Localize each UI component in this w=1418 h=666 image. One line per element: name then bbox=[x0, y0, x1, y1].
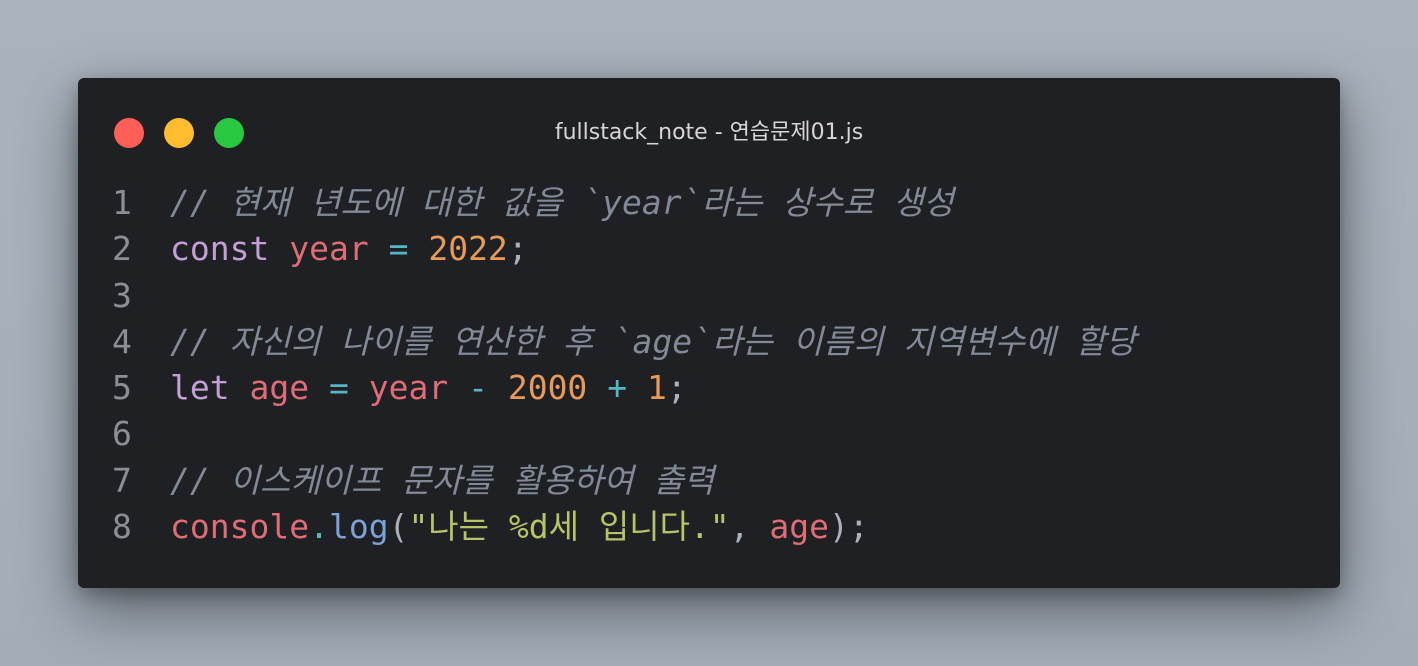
code-line[interactable]: 5 let age = year - 2000 + 1; bbox=[78, 365, 1340, 411]
code-line[interactable]: 6 bbox=[78, 411, 1340, 457]
code-token-comment: // 이스케이프 문자를 활용하여 출력 bbox=[170, 460, 715, 500]
code-editor[interactable]: 1 // 현재 년도에 대한 값을 `year`라는 상수로 생성 2 const y… bbox=[78, 180, 1340, 550]
code-token-var: age bbox=[769, 507, 830, 547]
code-token-comment: // 현재 년도에 대한 값을 `year`라는 상수로 생성 bbox=[170, 183, 954, 222]
line-number: 8 bbox=[112, 507, 132, 547]
code-token-var: year bbox=[289, 229, 369, 269]
code-line[interactable]: 1 // 현재 년도에 대한 값을 `year`라는 상수로 생성 bbox=[78, 180, 1340, 226]
code-token-punc: ; bbox=[507, 229, 528, 269]
window-title: fullstack_note - 연습문제01.js bbox=[554, 120, 864, 145]
code-text: let age = year - 2000 + 1; bbox=[170, 365, 687, 411]
code-token-num: 2022 bbox=[428, 229, 508, 269]
code-token-var: age bbox=[249, 368, 310, 408]
code-token-comment: // 자신의 나이를 연산한 후 `age`라는 이름의 지역변수에 할당 bbox=[170, 321, 1136, 361]
code-text: console.log("나는 %d세 입니다.", age); bbox=[170, 504, 869, 550]
code-text: // 현재 년도에 대한 값을 `year`라는 상수로 생성 bbox=[170, 180, 954, 226]
code-token-num: 1 bbox=[646, 368, 667, 408]
code-token-op: - bbox=[468, 368, 488, 408]
code-token-punc bbox=[448, 368, 468, 407]
code-token-punc bbox=[309, 368, 329, 407]
code-token-punc bbox=[587, 368, 607, 407]
code-line[interactable]: 4 // 자신의 나이를 연산한 후 `age`라는 이름의 지역변수에 할당 bbox=[78, 319, 1340, 365]
code-token-op: + bbox=[607, 368, 628, 408]
code-token-punc bbox=[269, 229, 289, 268]
code-line[interactable]: 7 // 이스케이프 문자를 활용하여 출력 bbox=[78, 458, 1340, 504]
code-window: fullstack_note - 연습문제01.js 1 // 현재 년도에 대한… bbox=[78, 78, 1340, 588]
code-token-punc bbox=[488, 368, 508, 407]
code-text: // 이스케이프 문자를 활용하여 출력 bbox=[170, 458, 714, 504]
code-token-str: "나는 %d세 입니다." bbox=[408, 507, 730, 547]
code-token-kw: const bbox=[170, 229, 270, 269]
line-number: 5 bbox=[112, 368, 132, 408]
line-number: 4 bbox=[112, 321, 132, 361]
code-token-op: = bbox=[388, 229, 409, 269]
line-number: 1 bbox=[112, 183, 132, 222]
code-token-obj: console bbox=[170, 507, 310, 547]
code-token-punc: ( bbox=[388, 507, 409, 547]
code-text: // 자신의 나이를 연산한 후 `age`라는 이름의 지역변수에 할당 bbox=[170, 319, 1136, 365]
line-number: 6 bbox=[112, 414, 132, 454]
line-number: 2 bbox=[112, 229, 132, 269]
code-text: const year = 2022; bbox=[170, 226, 528, 272]
code-token-punc: , bbox=[729, 507, 770, 547]
line-number: 7 bbox=[112, 460, 132, 500]
code-token-punc: ); bbox=[829, 507, 869, 547]
line-number: 3 bbox=[112, 275, 132, 315]
code-token-punc bbox=[627, 368, 647, 407]
code-token-punc bbox=[230, 368, 250, 407]
code-token-fn: log bbox=[328, 507, 389, 547]
code-token-var: year bbox=[368, 368, 449, 408]
code-token-num: 2000 bbox=[507, 368, 588, 408]
code-line[interactable]: 3 bbox=[78, 273, 1340, 319]
code-token-punc bbox=[408, 229, 428, 268]
code-token-punc: ; bbox=[666, 368, 687, 408]
code-token-op: = bbox=[328, 368, 349, 408]
title-bar: fullstack_note - 연습문제01.js bbox=[78, 78, 1340, 188]
code-token-punc bbox=[349, 368, 369, 407]
code-token-op: . bbox=[309, 507, 329, 547]
code-token-kw: let bbox=[170, 368, 230, 408]
code-line[interactable]: 2 const year = 2022; bbox=[78, 226, 1340, 272]
code-line[interactable]: 8 console.log("나는 %d세 입니다.", age); bbox=[78, 504, 1340, 550]
code-token-punc bbox=[369, 229, 389, 268]
